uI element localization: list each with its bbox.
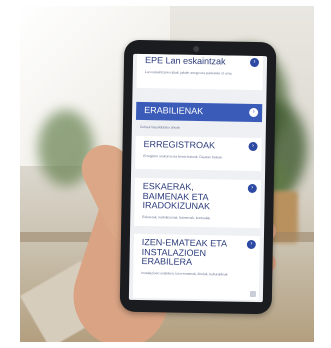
- chevron-right-icon: ›: [247, 183, 257, 194]
- card-title: IZEN-EMATEAK ETA INSTALAZIOEN ERABILERA: [141, 237, 227, 267]
- card-erregistroak[interactable]: ERREGISTROAK Erregistro orokorra eta bes…: [135, 135, 262, 172]
- card-description: Lan eskaintzaren ipiak, jakale asego eta…: [144, 69, 233, 76]
- card-description: Eskaerak, iradokizunak, baimenak, kontsu…: [142, 214, 212, 220]
- active-card-note: Zuhaur bayaldutako aheak: [139, 124, 181, 130]
- chevron-right-icon: ›: [248, 141, 258, 152]
- card-izen-emateak[interactable]: IZEN-EMATEAK ETA INSTALAZIOEN ERABILERA …: [132, 233, 260, 301]
- photo-frame: EPE Lan eskaintzak Lan eskaintzaren ipia…: [20, 6, 314, 342]
- card-title: EPE Lan eskaintzak: [144, 55, 226, 67]
- front-camera-icon: [193, 45, 200, 53]
- card-title: ERREGISTROAK: [143, 139, 216, 151]
- card-erabilienak[interactable]: ERABILIENAK ›: [135, 101, 263, 123]
- card-description: Erregistro orokorra eta beste batzuk. Da…: [143, 153, 224, 159]
- card-title: ESKAERAK, BAIMENAK ETA IRADOKIZUNAK: [142, 181, 211, 212]
- scroll-top-icon[interactable]: [249, 290, 257, 298]
- card-epe-lan-eskaintzak[interactable]: EPE Lan eskaintzak Lan eskaintzaren ipia…: [136, 53, 264, 91]
- card-title: ERABILIENAK: [144, 105, 204, 117]
- phone-screen: EPE Lan eskaintzak Lan eskaintzaren ipia…: [128, 53, 268, 303]
- card-eskaerak[interactable]: ESKAERAK, BAIMENAK ETA IRADOKIZUNAK Eska…: [134, 177, 261, 229]
- smartphone: EPE Lan eskaintzak Lan eskaintzaren ipia…: [119, 39, 277, 315]
- card-description: Instalazioen erabilera, izen-emateak, ki…: [141, 270, 228, 277]
- chevron-right-icon: ›: [249, 107, 259, 118]
